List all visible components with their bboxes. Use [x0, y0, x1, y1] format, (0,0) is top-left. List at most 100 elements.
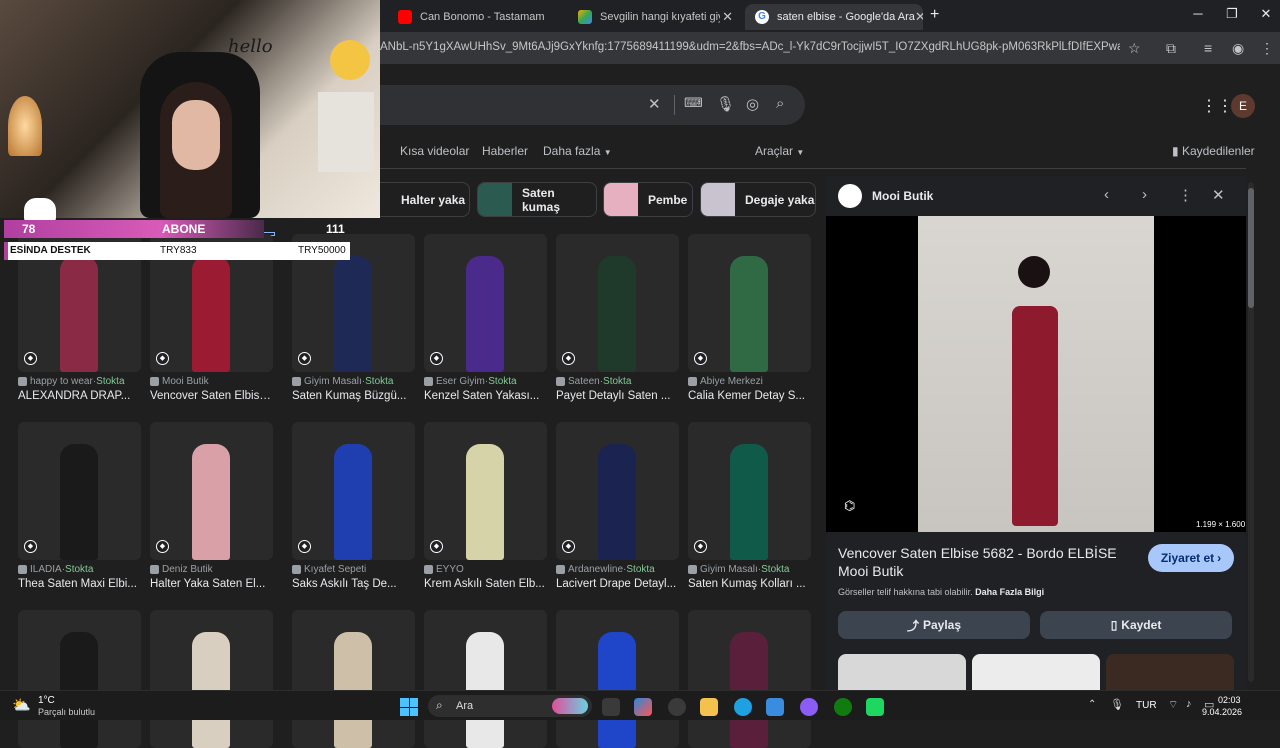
- chip-saten[interactable]: Saten kumaş: [477, 182, 597, 217]
- saved-link[interactable]: ▮ Kaydedilenler: [1172, 144, 1255, 158]
- url-text[interactable]: ANbL-n5Y1gXAwUHhSv_9Mt6AJj9GxYknfg:17756…: [380, 41, 1120, 53]
- search-icon[interactable]: ⌕: [776, 95, 784, 112]
- save-button[interactable]: ▯ Kaydet: [1040, 611, 1232, 639]
- result-image[interactable]: ◆: [150, 422, 273, 560]
- copilot-icon[interactable]: [634, 698, 652, 716]
- lens-icon[interactable]: ◎: [746, 95, 759, 113]
- result-title[interactable]: Payet Detaylı Saten ...: [556, 390, 681, 402]
- avatar[interactable]: E: [1231, 94, 1255, 118]
- volume-icon[interactable]: ♪: [1186, 698, 1192, 710]
- product-tag-icon: ◆: [694, 352, 707, 365]
- close-panel-icon[interactable]: ✕: [1212, 186, 1225, 204]
- chrome-icon[interactable]: [668, 698, 686, 716]
- result-image[interactable]: [292, 610, 415, 748]
- nav-news[interactable]: Haberler: [482, 144, 528, 158]
- tab-google-search[interactable]: G saten elbise - Google'da Ara ✕: [745, 4, 923, 30]
- app-icon[interactable]: [866, 698, 884, 716]
- star-icon[interactable]: ☆: [1128, 40, 1141, 57]
- obs-icon[interactable]: [800, 698, 818, 716]
- result-image[interactable]: [424, 610, 547, 748]
- media-icon[interactable]: ≡: [1204, 40, 1212, 56]
- next-icon[interactable]: ›: [1142, 186, 1147, 203]
- related-image[interactable]: [1106, 654, 1234, 690]
- result-image[interactable]: [150, 610, 273, 748]
- store-icon[interactable]: [766, 698, 784, 716]
- search-box[interactable]: ✕ ⌨ 🎙 ◎ ⌕: [360, 85, 805, 125]
- result-image[interactable]: [18, 610, 141, 748]
- extensions-icon[interactable]: ⧉: [1166, 40, 1176, 57]
- clear-icon[interactable]: ✕: [648, 95, 661, 113]
- related-image[interactable]: [838, 654, 966, 690]
- result-title[interactable]: Lacivert Drape Detayl...: [556, 578, 681, 590]
- chip-label: Pembe: [648, 192, 688, 207]
- tray-chevron-icon[interactable]: ⌃: [1088, 699, 1096, 710]
- new-tab-button[interactable]: +: [930, 6, 939, 24]
- scrollbar[interactable]: [1248, 182, 1254, 682]
- result-title[interactable]: Thea Saten Maxi Elbi...: [18, 578, 143, 590]
- source-favicon-icon: [292, 565, 301, 574]
- more-info-link[interactable]: Daha Fazla Bilgi: [975, 587, 1044, 597]
- main-image[interactable]: [918, 216, 1154, 532]
- cat-mascot-icon: [24, 198, 56, 222]
- result-title[interactable]: Saten Kumaş Kolları ...: [688, 578, 813, 590]
- mic-icon[interactable]: 🎙: [1110, 698, 1124, 711]
- start-icon[interactable]: [400, 698, 418, 716]
- start-tile: [400, 707, 409, 716]
- menu-icon[interactable]: ⋮: [1260, 40, 1274, 57]
- previous-icon[interactable]: ‹: [1104, 186, 1109, 203]
- clock-date[interactable]: 9.04.2026: [1202, 707, 1242, 717]
- result-image[interactable]: [688, 610, 811, 748]
- result-title[interactable]: Calia Kemer Detay S...: [688, 390, 813, 402]
- language-indicator[interactable]: TUR: [1136, 700, 1157, 711]
- clock-time[interactable]: 02:03: [1218, 695, 1241, 705]
- taskbar-search[interactable]: ⌕ Ara: [428, 695, 592, 717]
- related-image[interactable]: [972, 654, 1100, 690]
- restore-icon[interactable]: ❐: [1222, 6, 1242, 26]
- result-title[interactable]: Kenzel Saten Yakası...: [424, 390, 549, 402]
- result-image[interactable]: ◆: [424, 422, 547, 560]
- minimize-icon[interactable]: ─: [1188, 6, 1208, 26]
- chip-degaje[interactable]: Degaje yaka: [700, 182, 816, 217]
- weather-icon[interactable]: ⛅: [12, 696, 31, 714]
- nav-tools[interactable]: Araçlar ▼: [755, 144, 804, 158]
- nav-more[interactable]: Daha fazla ▼: [543, 144, 612, 158]
- more-icon[interactable]: ⋮: [1178, 186, 1193, 204]
- lens-icon[interactable]: ⌬: [844, 498, 855, 514]
- result-image[interactable]: ◆: [556, 234, 679, 372]
- close-window-icon[interactable]: ✕: [1256, 6, 1276, 26]
- result-image[interactable]: [556, 610, 679, 748]
- result-title[interactable]: ALEXANDRA DRAP...: [18, 390, 143, 402]
- tab-youtube[interactable]: Can Bonomo - Tastamam 🔊 ✕: [388, 4, 553, 30]
- chip-pembe[interactable]: Pembe: [603, 182, 693, 217]
- panel-title[interactable]: Vencover Saten Elbise 5682 - Bordo ELBİS…: [838, 544, 1138, 580]
- result-image[interactable]: ◆: [688, 234, 811, 372]
- wifi-icon[interactable]: ⌔: [1168, 698, 1178, 712]
- close-icon[interactable]: ✕: [722, 9, 733, 25]
- close-icon[interactable]: ✕: [915, 9, 923, 25]
- scrollbar-thumb[interactable]: [1248, 188, 1254, 308]
- result-image[interactable]: ◆: [18, 422, 141, 560]
- nav-short-videos[interactable]: Kısa videolar: [400, 144, 469, 158]
- result-title[interactable]: Halter Yaka Saten El...: [150, 578, 275, 590]
- result-image[interactable]: ◆: [292, 422, 415, 560]
- apps-icon[interactable]: ⋮⋮: [1201, 96, 1233, 116]
- panel-source[interactable]: Mooi Butik: [872, 189, 933, 203]
- file-explorer-icon[interactable]: [700, 698, 718, 716]
- chip-halter[interactable]: Halter yaka: [370, 182, 470, 217]
- tab-outfit[interactable]: Sevgilin hangi kıyafeti giyebilir ✕: [568, 4, 741, 30]
- xbox-icon[interactable]: [834, 698, 852, 716]
- result-image[interactable]: ◆: [688, 422, 811, 560]
- result-title[interactable]: Krem Askılı Saten Elb...: [424, 578, 549, 590]
- task-view-icon[interactable]: [602, 698, 620, 716]
- edge-icon[interactable]: [734, 698, 752, 716]
- profile-icon[interactable]: ◉: [1232, 40, 1244, 57]
- result-image[interactable]: ◆: [556, 422, 679, 560]
- visit-button[interactable]: Ziyaret et ›: [1148, 544, 1234, 572]
- share-button[interactable]: ⤴ Paylaş: [838, 611, 1030, 639]
- result-title[interactable]: Saten Kumaş Büzgü...: [292, 390, 417, 402]
- result-title[interactable]: Vencover Saten Elbise...: [150, 390, 275, 402]
- result-image[interactable]: ◆: [424, 234, 547, 372]
- microphone-icon[interactable]: 🎙: [716, 95, 735, 113]
- keyboard-icon[interactable]: ⌨: [684, 95, 703, 111]
- result-title[interactable]: Saks Askılı Taş De...: [292, 578, 417, 590]
